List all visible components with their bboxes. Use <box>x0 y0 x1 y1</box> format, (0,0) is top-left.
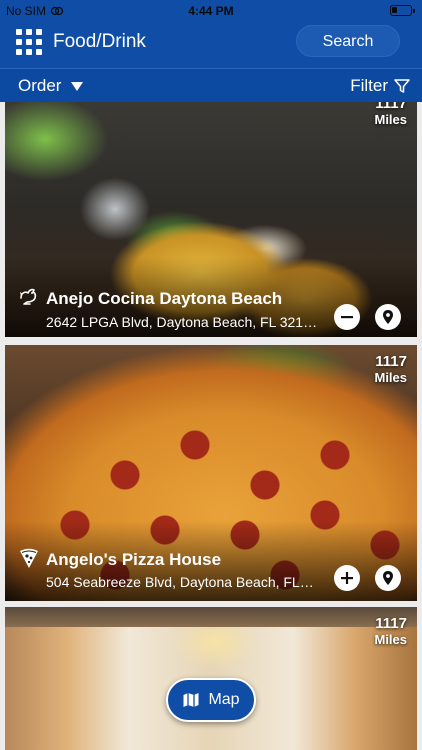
search-button[interactable]: Search <box>296 25 400 57</box>
battery-level <box>392 7 397 13</box>
rooster-icon <box>20 288 37 305</box>
distance-badge: 1117 Miles <box>374 102 407 127</box>
order-label: Order <box>18 76 62 95</box>
restaurant-card[interactable]: 1117 Miles Angelo's Pizza House 504 Seab… <box>5 345 417 601</box>
distance-badge: 1117 Miles <box>374 615 407 647</box>
restaurant-card[interactable]: 1117 Miles Anejo Cocina Daytona Beach 26… <box>5 102 417 337</box>
status-bar: No SIM 4:44 PM <box>0 0 422 22</box>
order-filter-bar: Order Filter <box>0 68 422 102</box>
distance-badge: 1117 Miles <box>374 353 407 385</box>
location-pin-icon <box>383 571 393 585</box>
distance-unit: Miles <box>374 370 407 385</box>
pizza-slice-icon <box>20 548 38 568</box>
order-dropdown[interactable]: Order <box>18 76 84 96</box>
restaurant-name: Angelo's Pizza House <box>46 550 222 569</box>
page-title: Food/Drink <box>53 31 146 52</box>
restaurant-name: Anejo Cocina Daytona Beach <box>46 289 283 308</box>
grid-menu-icon[interactable] <box>16 29 42 55</box>
distance-unit: Miles <box>374 632 407 647</box>
remove-favorite-button[interactable] <box>334 304 360 330</box>
caret-down-icon <box>71 81 84 91</box>
map-button[interactable]: Map <box>166 678 256 722</box>
distance-value: 1117 <box>375 353 407 370</box>
plus-circle-icon <box>341 572 353 584</box>
distance-value: 1117 <box>375 615 407 632</box>
minus-circle-icon <box>341 316 353 319</box>
photo-ceiling <box>5 607 417 627</box>
nav-bar: Food/Drink Search <box>0 22 422 68</box>
map-label: Map <box>208 691 240 708</box>
restaurant-address: 504 Seabreeze Blvd, Daytona Beach, FL… <box>46 574 314 590</box>
restaurant-address: 2642 LPGA Blvd, Daytona Beach, FL 321… <box>46 314 318 330</box>
battery-icon <box>390 5 415 16</box>
location-button[interactable] <box>375 304 401 330</box>
status-time: 4:44 PM <box>188 4 234 18</box>
distance-value: 1117 <box>375 102 407 112</box>
add-favorite-button[interactable] <box>334 565 360 591</box>
location-button[interactable] <box>375 565 401 591</box>
filter-funnel-icon <box>394 79 410 93</box>
filter-label: Filter <box>350 76 388 95</box>
restaurant-list[interactable]: 1117 Miles Anejo Cocina Daytona Beach 26… <box>0 102 422 750</box>
map-icon <box>183 693 199 707</box>
distance-unit: Miles <box>374 112 407 127</box>
location-pin-icon <box>383 310 393 324</box>
filter-button[interactable]: Filter <box>350 76 410 96</box>
